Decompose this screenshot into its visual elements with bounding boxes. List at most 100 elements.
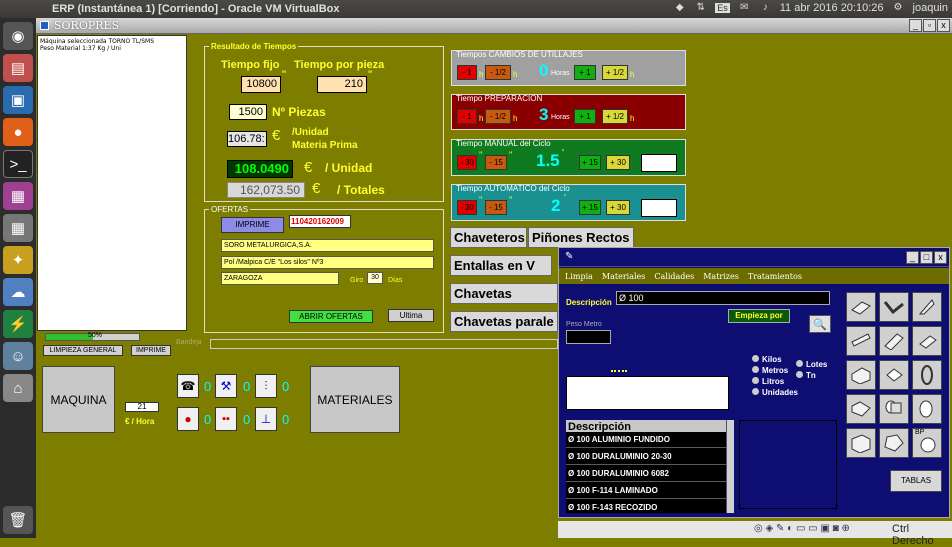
maximize-button[interactable]: ▫	[923, 19, 936, 32]
cat-entallas-button[interactable]: Entallas en V	[450, 255, 552, 276]
piezas-field[interactable]: 1500	[229, 104, 267, 120]
status-icons[interactable]: ◎ ◈ ✎ ◐ ▭ ▭ ▣ ◙ ⊕	[754, 523, 850, 534]
plus1-button[interactable]: + 1	[574, 109, 596, 124]
euro-hora-field[interactable]: 21	[125, 402, 159, 412]
clamp-icon[interactable]: ▪▪	[215, 407, 237, 431]
minus1-button[interactable]: - 1	[457, 109, 477, 124]
calculator-icon[interactable]: ▦	[3, 214, 33, 242]
list-item[interactable]: Ø 100 ALUMINIO FUNDIDO	[566, 432, 726, 448]
unit-option[interactable]: Litros	[752, 376, 798, 387]
plus-half-button[interactable]: + 1/2	[602, 109, 628, 124]
ultima-button[interactable]: Ultima	[388, 309, 434, 322]
plus15-button[interactable]: + 15	[579, 155, 601, 170]
cat-chavetas-parale-button[interactable]: Chavetas parale	[450, 311, 558, 332]
list-item[interactable]: Peso Material 1:37 Kg / Uni	[40, 45, 184, 52]
manual-extra-field[interactable]	[641, 154, 677, 172]
tube-icon[interactable]	[912, 394, 942, 424]
tiempo-fijo-field[interactable]: 10800	[241, 76, 281, 93]
minus30-button[interactable]: - 30	[457, 200, 477, 215]
plus30-button[interactable]: + 30	[606, 200, 630, 215]
oferta-numero[interactable]: 110420162009	[289, 215, 351, 228]
ring-icon[interactable]	[912, 360, 942, 390]
machine-tool-icon[interactable]: ⚒	[215, 374, 237, 398]
close-button[interactable]: x	[934, 251, 947, 264]
mail-icon[interactable]: ✉	[738, 1, 751, 14]
minimize-button[interactable]: _	[906, 251, 919, 264]
channel-icon[interactable]	[879, 326, 909, 356]
notes-box[interactable]	[566, 376, 729, 410]
menu-materiales[interactable]: Materiales	[602, 272, 645, 281]
minus-half-button[interactable]: - 1/2	[485, 109, 511, 124]
menu-matrizes[interactable]: Matrizes	[703, 272, 739, 281]
menu-calidades[interactable]: Calidades	[654, 272, 694, 281]
minus15-button[interactable]: - 15	[485, 155, 507, 170]
limpieza-general-button[interactable]: LIMPIEZA GENERAL	[43, 345, 123, 356]
unit-option[interactable]: Kilos	[752, 354, 798, 365]
plus30-button[interactable]: + 30	[606, 155, 630, 170]
ciudad-field[interactable]: ZARAGOZA	[221, 272, 339, 285]
drill-icon[interactable]: ⫶	[255, 374, 277, 398]
plus15-button[interactable]: + 15	[579, 200, 601, 215]
clock[interactable]: 11 abr 2016 20:10:26	[780, 2, 884, 14]
close-button[interactable]: x	[937, 19, 950, 32]
tablas-button[interactable]: TABLAS	[890, 470, 942, 492]
volume-icon[interactable]: ♪	[759, 1, 772, 14]
peso-metro-field[interactable]	[566, 330, 611, 344]
imprime-oferta-button[interactable]: IMPRIME	[221, 217, 284, 233]
trash-icon[interactable]: 🗑	[3, 506, 33, 534]
imprime-button[interactable]: IMPRIME	[131, 345, 171, 356]
minus30-button[interactable]: - 30	[457, 155, 477, 170]
unit-option[interactable]: Metros	[752, 365, 798, 376]
firefox-icon[interactable]: ●	[3, 118, 33, 146]
octagon-bar-icon[interactable]	[879, 428, 909, 458]
list-item[interactable]: Ø 100 F-114 LAMINADO	[566, 483, 726, 499]
cat-chaveteros-button[interactable]: Chaveteros	[450, 227, 527, 248]
cube-icon[interactable]	[846, 428, 876, 458]
direccion-field[interactable]: Pol /Malpica C/E "Los silos" Nº3	[221, 256, 434, 269]
cliente-field[interactable]: SORO METALURGICA,S.A.	[221, 239, 434, 252]
block-icon[interactable]	[846, 360, 876, 390]
display-icon[interactable]: ▦	[3, 182, 33, 210]
network-tool-icon[interactable]: ✦	[3, 246, 33, 274]
round-bar-icon[interactable]	[879, 394, 909, 424]
list-item[interactable]: Máquina seleccionada TORNO TL/SMS	[40, 38, 184, 45]
bandeja-field[interactable]	[210, 339, 558, 349]
materiales-button[interactable]: MATERIALES	[310, 366, 400, 433]
square-tube-icon[interactable]	[912, 326, 942, 356]
unit-option[interactable]: Lotes	[796, 359, 827, 370]
remote-icon[interactable]: ⌂	[3, 374, 33, 402]
menu-limpia[interactable]: Limpia	[565, 272, 593, 281]
cat-chavetas-planas-button[interactable]: Chavetas Planas	[450, 283, 558, 304]
minus15-button[interactable]: - 15	[485, 200, 507, 215]
automatico-extra-field[interactable]	[641, 199, 677, 217]
users-icon[interactable]: ☺	[3, 342, 33, 370]
scrollbar[interactable]	[726, 420, 734, 513]
pin-icon[interactable]: ●	[177, 407, 199, 431]
cat-pinones-button[interactable]: Piñones Rectos	[528, 227, 634, 248]
maximize-button[interactable]: □	[920, 251, 933, 264]
plus-half-button[interactable]: + 1/2	[602, 65, 628, 80]
plate-shape-icon[interactable]	[846, 292, 876, 322]
list-item[interactable]: Ø 100 DURALUMINIO 20-30	[566, 449, 726, 465]
flat-bar-icon[interactable]	[846, 326, 876, 356]
list-item[interactable]: Ø 100 DURALUMINIO 6082	[566, 466, 726, 482]
angle-shape-icon[interactable]	[879, 292, 909, 322]
hexagon-icon[interactable]	[879, 360, 909, 390]
virtualbox-icon[interactable]: ▣	[3, 86, 33, 114]
cloud-icon[interactable]: ☁	[3, 278, 33, 306]
dash-icon[interactable]: ◉	[3, 22, 33, 50]
minus-half-button[interactable]: - 1/2	[485, 65, 511, 80]
search-icon[interactable]: 🔍	[809, 315, 831, 333]
tiempo-pieza-field[interactable]: 210	[317, 76, 367, 93]
minimize-button[interactable]: _	[909, 19, 922, 32]
abrir-ofertas-button[interactable]: ABRIR OFERTAS	[289, 310, 373, 323]
plus1-button[interactable]: + 1	[574, 65, 596, 80]
telephone-icon[interactable]: ☎	[177, 374, 199, 398]
gear-icon[interactable]: ⚙	[892, 1, 905, 14]
unit-option[interactable]: Tn	[796, 370, 827, 381]
network-icon[interactable]: ⇅	[694, 1, 707, 14]
user-name[interactable]: joaquin	[913, 2, 948, 14]
bp-round-icon[interactable]: BP	[912, 428, 942, 458]
giro-field[interactable]: 30	[367, 272, 383, 284]
descripcion-input[interactable]: Ø 100	[616, 291, 830, 305]
